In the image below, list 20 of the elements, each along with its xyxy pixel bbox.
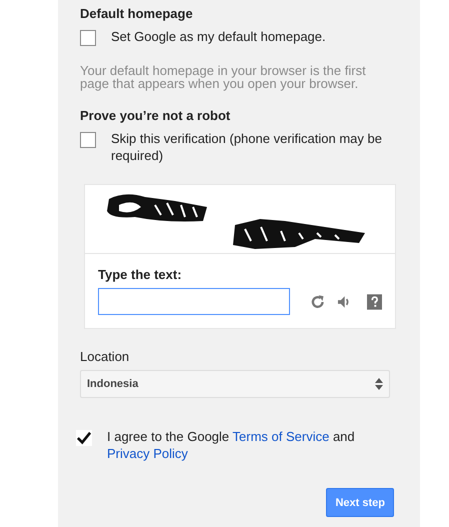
help-icon[interactable] bbox=[366, 294, 382, 310]
captcha-label: Type the text: bbox=[98, 267, 183, 282]
checkbox-label: Set Google as my default homepage. bbox=[111, 28, 326, 45]
section-heading: Prove you’re not a robot bbox=[80, 108, 232, 123]
hint-text: Your default homepage in your browser is the first page that appears when you open your browser. bbox=[80, 64, 367, 90]
checkbox[interactable] bbox=[80, 30, 96, 46]
captcha-input[interactable] bbox=[98, 288, 290, 315]
agreement-text: I agree to the Google Terms of Service and Privacy Policy bbox=[107, 428, 356, 462]
location-select[interactable]: Indonesia bbox=[80, 370, 390, 398]
field-label: Location bbox=[80, 349, 130, 364]
checkbox-label: Skip this verification (phone verification may be required) bbox=[111, 130, 383, 164]
refresh-icon[interactable] bbox=[310, 294, 326, 310]
privacy-link[interactable]: Privacy Policy bbox=[107, 446, 188, 461]
speaker-icon[interactable] bbox=[337, 294, 351, 308]
checkbox[interactable] bbox=[80, 132, 96, 148]
checkbox[interactable] bbox=[76, 430, 92, 446]
section-heading: Default homepage bbox=[80, 6, 194, 21]
sort-arrows-icon bbox=[375, 378, 383, 390]
next-step-button[interactable]: Next step bbox=[326, 488, 394, 517]
terms-link[interactable]: Terms of Service bbox=[232, 429, 330, 444]
